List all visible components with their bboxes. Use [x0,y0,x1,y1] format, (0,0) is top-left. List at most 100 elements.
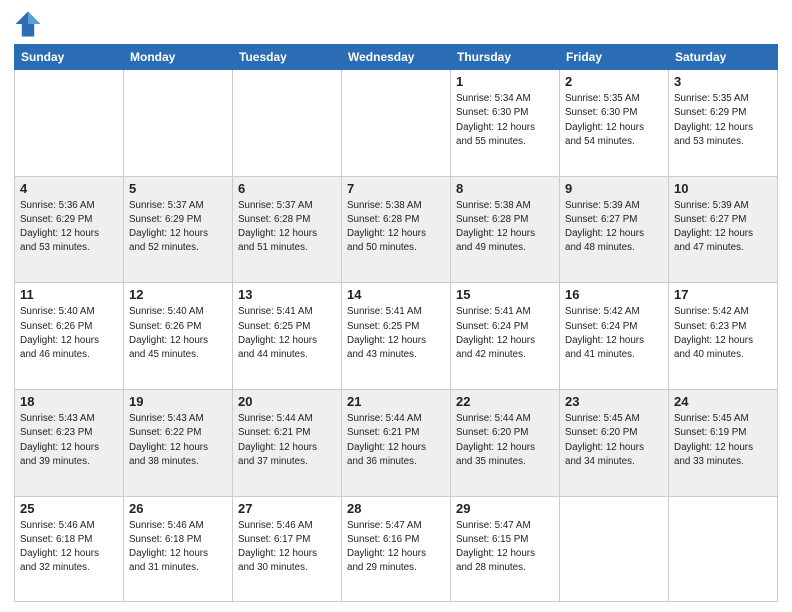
calendar-week-2: 4Sunrise: 5:36 AMSunset: 6:29 PMDaylight… [15,176,778,283]
day-number: 21 [347,393,445,411]
day-number: 12 [129,286,227,304]
day-number: 6 [238,180,336,198]
calendar-cell: 19Sunrise: 5:43 AMSunset: 6:22 PMDayligh… [124,389,233,496]
day-info: Sunrise: 5:34 AMSunset: 6:30 PMDaylight:… [456,92,554,149]
calendar-week-1: 1Sunrise: 5:34 AMSunset: 6:30 PMDaylight… [15,70,778,177]
calendar-cell [560,496,669,601]
day-info: Sunrise: 5:44 AMSunset: 6:21 PMDaylight:… [347,412,445,469]
calendar-header-row: SundayMondayTuesdayWednesdayThursdayFrid… [15,45,778,70]
day-info: Sunrise: 5:44 AMSunset: 6:21 PMDaylight:… [238,412,336,469]
day-info: Sunrise: 5:47 AMSunset: 6:15 PMDaylight:… [456,519,554,576]
day-number: 17 [674,286,772,304]
day-number: 15 [456,286,554,304]
day-info: Sunrise: 5:41 AMSunset: 6:24 PMDaylight:… [456,305,554,362]
calendar-cell: 2Sunrise: 5:35 AMSunset: 6:30 PMDaylight… [560,70,669,177]
calendar-week-4: 18Sunrise: 5:43 AMSunset: 6:23 PMDayligh… [15,389,778,496]
calendar-cell: 25Sunrise: 5:46 AMSunset: 6:18 PMDayligh… [15,496,124,601]
day-info: Sunrise: 5:40 AMSunset: 6:26 PMDaylight:… [20,305,118,362]
day-number: 23 [565,393,663,411]
day-info: Sunrise: 5:35 AMSunset: 6:30 PMDaylight:… [565,92,663,149]
calendar-cell [233,70,342,177]
day-info: Sunrise: 5:42 AMSunset: 6:24 PMDaylight:… [565,305,663,362]
day-number: 22 [456,393,554,411]
calendar-cell: 12Sunrise: 5:40 AMSunset: 6:26 PMDayligh… [124,283,233,390]
day-info: Sunrise: 5:35 AMSunset: 6:29 PMDaylight:… [674,92,772,149]
calendar-cell [15,70,124,177]
day-number: 16 [565,286,663,304]
calendar-cell [669,496,778,601]
day-number: 19 [129,393,227,411]
calendar-cell: 21Sunrise: 5:44 AMSunset: 6:21 PMDayligh… [342,389,451,496]
calendar-cell: 26Sunrise: 5:46 AMSunset: 6:18 PMDayligh… [124,496,233,601]
calendar-cell: 1Sunrise: 5:34 AMSunset: 6:30 PMDaylight… [451,70,560,177]
day-number: 25 [20,500,118,518]
page: SundayMondayTuesdayWednesdayThursdayFrid… [0,0,792,612]
day-number: 7 [347,180,445,198]
day-number: 1 [456,73,554,91]
calendar-header-sunday: Sunday [15,45,124,70]
day-number: 11 [20,286,118,304]
day-number: 27 [238,500,336,518]
day-info: Sunrise: 5:38 AMSunset: 6:28 PMDaylight:… [347,199,445,256]
calendar-cell: 5Sunrise: 5:37 AMSunset: 6:29 PMDaylight… [124,176,233,283]
day-info: Sunrise: 5:39 AMSunset: 6:27 PMDaylight:… [674,199,772,256]
calendar-table: SundayMondayTuesdayWednesdayThursdayFrid… [14,44,778,602]
day-info: Sunrise: 5:40 AMSunset: 6:26 PMDaylight:… [129,305,227,362]
day-info: Sunrise: 5:46 AMSunset: 6:17 PMDaylight:… [238,519,336,576]
calendar-cell [124,70,233,177]
calendar-cell: 10Sunrise: 5:39 AMSunset: 6:27 PMDayligh… [669,176,778,283]
calendar-cell: 13Sunrise: 5:41 AMSunset: 6:25 PMDayligh… [233,283,342,390]
calendar-header-friday: Friday [560,45,669,70]
day-number: 18 [20,393,118,411]
day-info: Sunrise: 5:45 AMSunset: 6:19 PMDaylight:… [674,412,772,469]
day-info: Sunrise: 5:46 AMSunset: 6:18 PMDaylight:… [129,519,227,576]
day-info: Sunrise: 5:44 AMSunset: 6:20 PMDaylight:… [456,412,554,469]
day-number: 26 [129,500,227,518]
calendar-week-5: 25Sunrise: 5:46 AMSunset: 6:18 PMDayligh… [15,496,778,601]
day-number: 2 [565,73,663,91]
calendar-cell: 29Sunrise: 5:47 AMSunset: 6:15 PMDayligh… [451,496,560,601]
calendar-cell: 28Sunrise: 5:47 AMSunset: 6:16 PMDayligh… [342,496,451,601]
day-info: Sunrise: 5:36 AMSunset: 6:29 PMDaylight:… [20,199,118,256]
day-number: 14 [347,286,445,304]
day-number: 5 [129,180,227,198]
calendar-cell: 14Sunrise: 5:41 AMSunset: 6:25 PMDayligh… [342,283,451,390]
logo-icon [14,10,42,38]
calendar-header-wednesday: Wednesday [342,45,451,70]
day-info: Sunrise: 5:43 AMSunset: 6:23 PMDaylight:… [20,412,118,469]
calendar-cell [342,70,451,177]
calendar-cell: 11Sunrise: 5:40 AMSunset: 6:26 PMDayligh… [15,283,124,390]
day-info: Sunrise: 5:43 AMSunset: 6:22 PMDaylight:… [129,412,227,469]
calendar-cell: 8Sunrise: 5:38 AMSunset: 6:28 PMDaylight… [451,176,560,283]
calendar-cell: 24Sunrise: 5:45 AMSunset: 6:19 PMDayligh… [669,389,778,496]
day-info: Sunrise: 5:39 AMSunset: 6:27 PMDaylight:… [565,199,663,256]
day-info: Sunrise: 5:42 AMSunset: 6:23 PMDaylight:… [674,305,772,362]
calendar-cell: 9Sunrise: 5:39 AMSunset: 6:27 PMDaylight… [560,176,669,283]
day-info: Sunrise: 5:37 AMSunset: 6:29 PMDaylight:… [129,199,227,256]
calendar-cell: 16Sunrise: 5:42 AMSunset: 6:24 PMDayligh… [560,283,669,390]
day-info: Sunrise: 5:47 AMSunset: 6:16 PMDaylight:… [347,519,445,576]
day-number: 24 [674,393,772,411]
calendar-cell: 15Sunrise: 5:41 AMSunset: 6:24 PMDayligh… [451,283,560,390]
calendar-header-saturday: Saturday [669,45,778,70]
calendar-header-monday: Monday [124,45,233,70]
day-number: 3 [674,73,772,91]
calendar-cell: 22Sunrise: 5:44 AMSunset: 6:20 PMDayligh… [451,389,560,496]
day-info: Sunrise: 5:46 AMSunset: 6:18 PMDaylight:… [20,519,118,576]
day-info: Sunrise: 5:45 AMSunset: 6:20 PMDaylight:… [565,412,663,469]
header [14,10,778,38]
day-number: 8 [456,180,554,198]
day-number: 29 [456,500,554,518]
calendar-header-thursday: Thursday [451,45,560,70]
day-number: 9 [565,180,663,198]
logo [14,10,46,38]
day-info: Sunrise: 5:41 AMSunset: 6:25 PMDaylight:… [238,305,336,362]
day-number: 10 [674,180,772,198]
calendar-cell: 6Sunrise: 5:37 AMSunset: 6:28 PMDaylight… [233,176,342,283]
calendar-cell: 4Sunrise: 5:36 AMSunset: 6:29 PMDaylight… [15,176,124,283]
calendar-header-tuesday: Tuesday [233,45,342,70]
day-info: Sunrise: 5:41 AMSunset: 6:25 PMDaylight:… [347,305,445,362]
calendar-cell: 27Sunrise: 5:46 AMSunset: 6:17 PMDayligh… [233,496,342,601]
day-info: Sunrise: 5:38 AMSunset: 6:28 PMDaylight:… [456,199,554,256]
calendar-cell: 3Sunrise: 5:35 AMSunset: 6:29 PMDaylight… [669,70,778,177]
